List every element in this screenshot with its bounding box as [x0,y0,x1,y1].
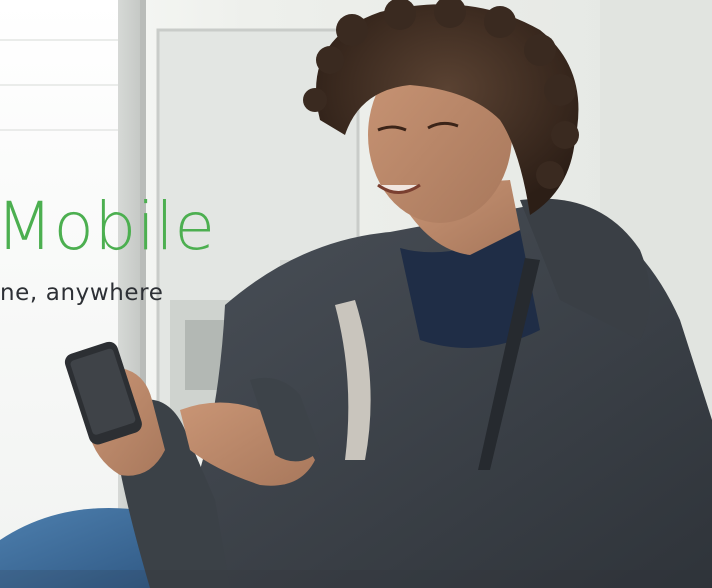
headline-text: Mobile [0,188,216,265]
subline-text: ne, anywhere [0,280,164,306]
hero-banner: Mobile ne, anywhere [0,0,712,588]
